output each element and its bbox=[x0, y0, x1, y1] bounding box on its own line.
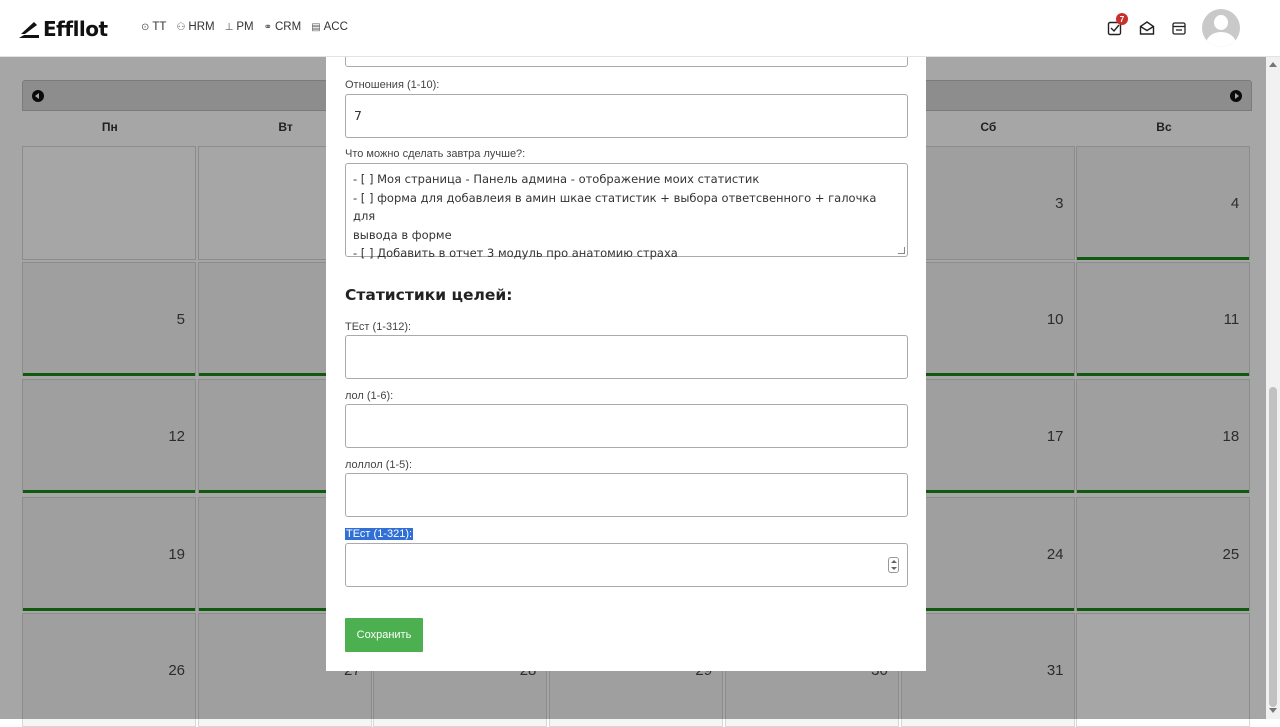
scroll-up-icon[interactable] bbox=[1269, 62, 1277, 67]
goals-heading: Статистики целей: bbox=[345, 286, 513, 304]
improve-line: - [ ] Добавить в отчет 3 модуль про анат… bbox=[353, 246, 678, 260]
resize-handle-icon[interactable] bbox=[898, 247, 905, 254]
mail-open-icon bbox=[1139, 21, 1155, 35]
goal-field-input[interactable] bbox=[345, 335, 908, 379]
daily-report-modal: Отношения (1-10): 7 Что можно сделать за… bbox=[326, 57, 926, 671]
handshake-icon: ⚭ bbox=[263, 21, 272, 33]
goal-field-label: ТЕст (1-321): bbox=[345, 528, 414, 540]
nav-item-pm[interactable]: ⊥ PM bbox=[225, 21, 254, 33]
goal-field-input[interactable] bbox=[345, 473, 908, 517]
nav-item-crm[interactable]: ⚭ CRM bbox=[264, 21, 302, 33]
clock-icon: ⊙ bbox=[141, 21, 150, 33]
goal-number-input[interactable] bbox=[345, 543, 908, 587]
relations-input[interactable]: 7 bbox=[345, 94, 908, 138]
selected-label-text: ТЕст (1-321): bbox=[345, 528, 414, 540]
nav-item-label: PM bbox=[236, 21, 254, 33]
number-spinner-icon[interactable] bbox=[888, 557, 899, 573]
nav-item-tt[interactable]: ⊙ TT bbox=[141, 21, 166, 33]
scrollbar-thumb[interactable] bbox=[1269, 387, 1277, 707]
nav-item-label: ACC bbox=[323, 21, 348, 33]
goal-field-label: лоллол (1-5): bbox=[345, 459, 413, 471]
scroll-down-icon[interactable] bbox=[1269, 708, 1277, 713]
nav-item-acc[interactable]: ▤ ACC bbox=[311, 21, 348, 33]
improve-line: - [ ] форма для добавлеия в амин шкае ст… bbox=[353, 190, 877, 224]
brand-logo-icon bbox=[19, 22, 39, 38]
improve-textarea[interactable]: - [ ] Моя страница - Панель админа - ото… bbox=[345, 163, 908, 260]
improve-label: Что можно сделать завтра лучше?: bbox=[345, 148, 526, 160]
brand-logo[interactable]: Effllot bbox=[18, 17, 108, 41]
user-avatar[interactable] bbox=[1202, 9, 1240, 47]
page-scrollbar[interactable] bbox=[1266, 57, 1280, 719]
save-button[interactable]: Сохранить bbox=[345, 618, 423, 652]
calculator-icon: ▤ bbox=[311, 21, 321, 33]
improve-line: - [ ] Моя страница - Панель админа - ото… bbox=[353, 172, 760, 186]
nav-item-hrm[interactable]: ⚇ HRM bbox=[176, 21, 214, 33]
nav-item-label: HRM bbox=[188, 21, 215, 33]
improve-line: вывода в форме bbox=[353, 227, 452, 242]
top-navbar: Effllot ⊙ TT ⚇ HRM ⊥ PM ⚭ CRM ▤ ACC 7 bbox=[0, 0, 1280, 57]
calendar-icon bbox=[1172, 22, 1186, 35]
goal-field-label: лол (1-6): bbox=[345, 390, 394, 402]
relations-label: Отношения (1-10): bbox=[345, 79, 440, 91]
goal-field-input[interactable] bbox=[345, 404, 908, 448]
brand-name: Effllot bbox=[43, 17, 108, 41]
tasks-button[interactable]: 7 bbox=[1106, 13, 1128, 37]
goal-field-label: ТЕст (1-312): bbox=[345, 321, 412, 333]
previous-field-input[interactable] bbox=[345, 57, 908, 67]
nav-item-label: TT bbox=[152, 21, 167, 33]
header-actions: 7 bbox=[1106, 9, 1240, 47]
task-count-badge: 7 bbox=[1116, 13, 1128, 25]
sitemap-icon: ⊥ bbox=[224, 21, 234, 33]
nav-item-label: CRM bbox=[274, 21, 302, 33]
users-icon: ⚇ bbox=[176, 21, 186, 33]
main-nav: ⊙ TT ⚇ HRM ⊥ PM ⚭ CRM ▤ ACC bbox=[141, 21, 348, 33]
calendar-button[interactable] bbox=[1170, 19, 1188, 37]
mail-button[interactable] bbox=[1138, 19, 1156, 37]
